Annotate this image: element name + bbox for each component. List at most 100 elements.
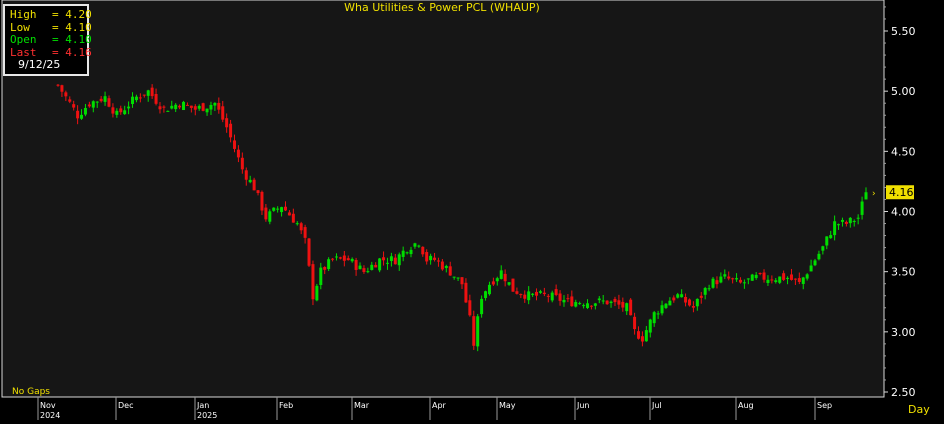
candle-body (264, 207, 268, 220)
candle-body (484, 291, 488, 298)
candle-body (605, 300, 609, 305)
candle-body (272, 207, 276, 211)
candle-body (840, 219, 844, 222)
candle-body (319, 267, 323, 285)
candle-body (358, 265, 362, 270)
ohlc-open-label: Open (10, 33, 37, 46)
candle-body (334, 256, 338, 258)
candle-body (158, 106, 162, 110)
candle-body (672, 297, 676, 301)
candle-body (503, 273, 507, 282)
candle-body (107, 98, 111, 107)
candle-body (197, 105, 201, 109)
candle-body (778, 276, 782, 283)
ohlc-high-eq: = (52, 8, 66, 21)
y-tick-label: 3.50 (891, 266, 916, 279)
candle-body (538, 291, 542, 293)
candle-body (476, 316, 480, 347)
ohlc-last-value: 4.16 (65, 45, 92, 59)
period-label: Day (908, 403, 930, 416)
candle-body (574, 302, 578, 307)
y-tick-label: 5.50 (891, 25, 916, 38)
candle-body (370, 264, 374, 270)
candle-body (578, 303, 582, 305)
candle-body (68, 99, 72, 102)
year-label: 2024 (40, 411, 60, 420)
candle-body (597, 298, 601, 301)
candle-body (640, 336, 644, 342)
candle-body (154, 93, 158, 104)
candle-body (625, 303, 629, 312)
candle-body (393, 257, 397, 265)
candle-body (150, 87, 154, 97)
candle-body (813, 260, 817, 266)
candle-body (91, 101, 95, 108)
candle-body (582, 305, 586, 307)
candle-body (735, 278, 739, 280)
candle-body (825, 236, 829, 246)
ohlc-high-value: 4.20 (65, 8, 92, 21)
candle-body (652, 312, 656, 324)
candle-body (856, 217, 860, 219)
candle-body (103, 96, 107, 102)
candle-body (507, 282, 511, 285)
candle-body (127, 106, 131, 109)
candle-body (448, 266, 452, 276)
candle-body (201, 103, 205, 111)
candle-body (774, 280, 778, 283)
candle-body (56, 84, 60, 86)
candle-body (456, 277, 460, 279)
candle-body (558, 293, 562, 301)
candle-body (535, 291, 539, 296)
candle-body (436, 260, 440, 262)
candle-body (327, 259, 331, 270)
candle-body (346, 258, 350, 261)
ohlc-date: 9/12/25 (18, 58, 61, 71)
y-tick-label: 3.00 (891, 326, 916, 339)
chart: 2.50 3.00 3.50 4.00 4.50 5.00 5.50 Nov 2024 Dec J… (0, 0, 944, 420)
y-tick-label: 2.50 (891, 386, 916, 399)
candle-body (738, 279, 742, 283)
candle-body (633, 316, 637, 330)
last-price-arrow: › (872, 189, 876, 199)
candle-body (852, 220, 856, 222)
candle-body (480, 298, 484, 315)
candle-body (287, 212, 291, 216)
candle-body (821, 246, 825, 251)
candle-body (244, 170, 248, 180)
candle-body (789, 274, 793, 280)
candle-body (421, 246, 425, 255)
y-tick-label: 5.00 (891, 85, 916, 98)
candle-body (731, 278, 735, 280)
candle-body (550, 292, 554, 301)
candle-body (542, 292, 546, 295)
candle-body (229, 123, 233, 138)
ohlc-open-eq: = (52, 33, 66, 46)
candle-body (76, 110, 80, 119)
candle-body (185, 104, 189, 106)
candle-body (660, 305, 664, 314)
candle-body (225, 118, 229, 128)
candle-body (487, 284, 491, 295)
candle-body (609, 301, 613, 304)
candle-body (146, 90, 150, 96)
candle-body (562, 299, 566, 303)
candle-body (621, 301, 625, 308)
candle-body (252, 179, 256, 191)
ohlc-high-label: High (10, 8, 37, 21)
candle-body (519, 294, 523, 296)
candle-body (389, 256, 393, 262)
candle-body (766, 279, 770, 283)
candle-body (162, 106, 166, 108)
ohlc-info-box: High = 4.20 Low = 4.10 Open = 4.10 Last = 4.… (3, 4, 92, 76)
candle-body (283, 206, 287, 211)
candle-body (844, 221, 848, 224)
candle-body (217, 102, 221, 110)
candle-body (134, 96, 138, 101)
candle-body (444, 265, 448, 269)
candle-body (311, 264, 315, 300)
candle-body (664, 303, 668, 308)
candle-body (629, 299, 633, 316)
month-label: Sep (817, 401, 832, 410)
candle-body (554, 289, 558, 295)
